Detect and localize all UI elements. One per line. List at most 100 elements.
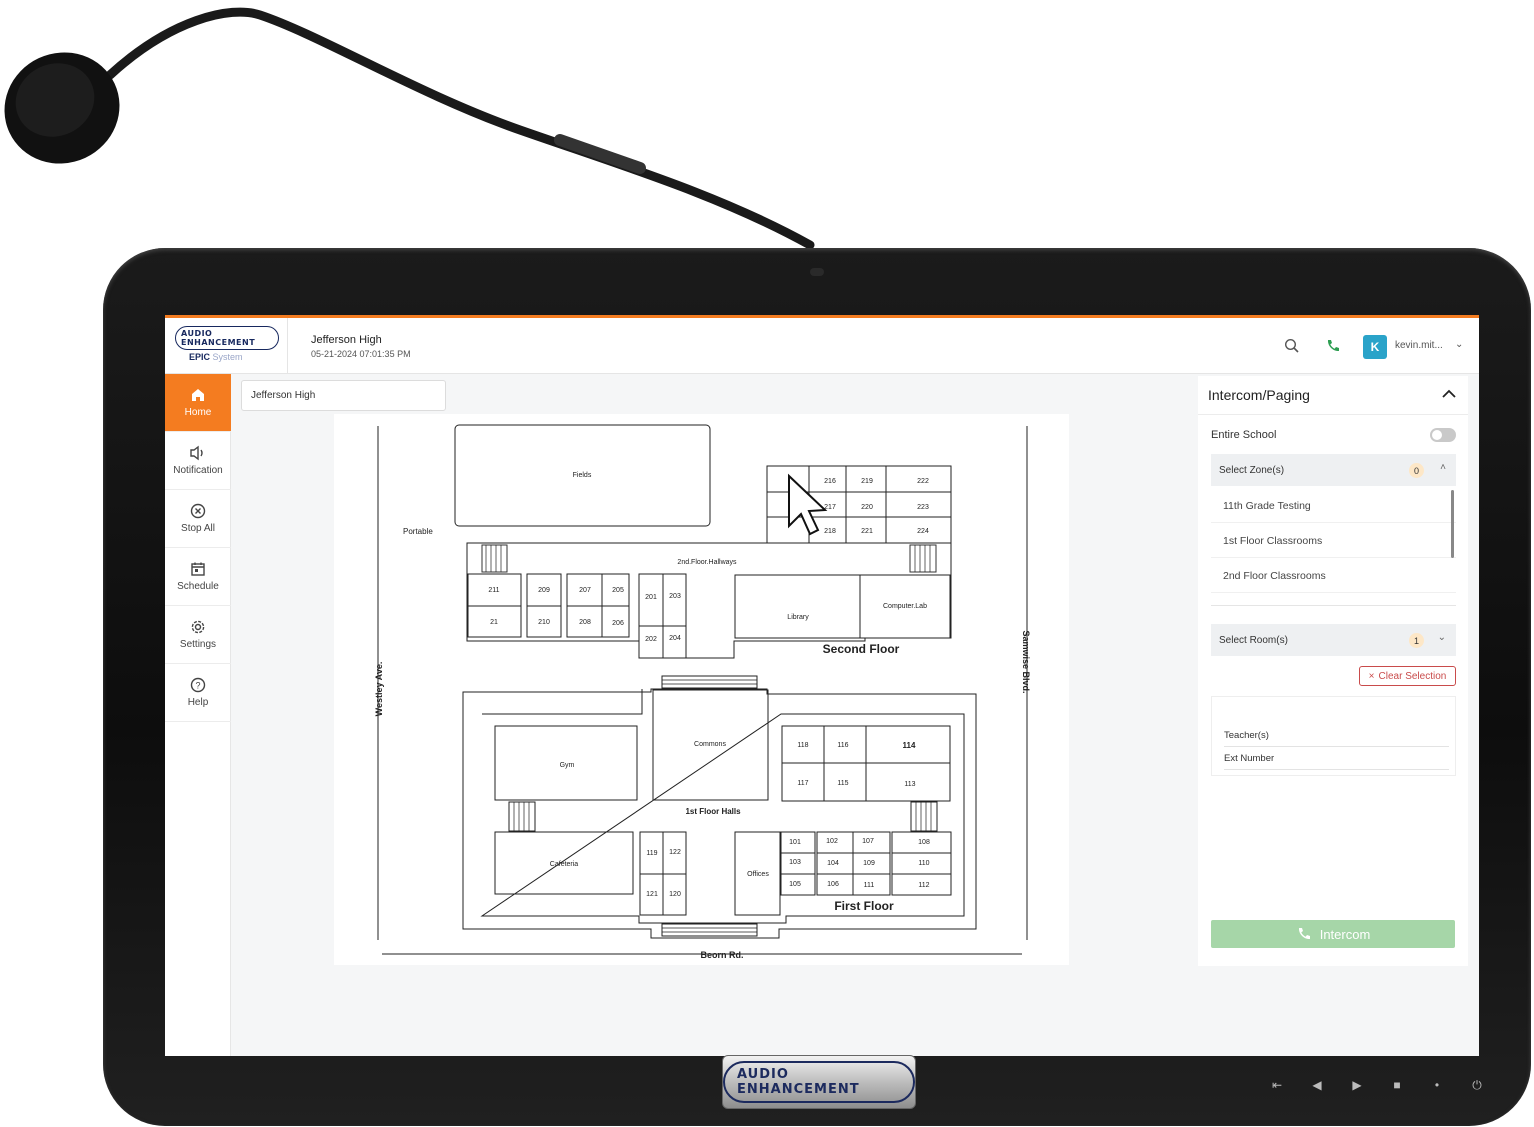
product-photo: AUDIO ENHANCEMENT EPIC System Jefferson … [0,0,1534,1127]
breadcrumb[interactable]: Jefferson High [241,380,446,411]
svg-text:101: 101 [789,839,801,846]
svg-text:115: 115 [837,780,848,787]
zone-item[interactable]: 2nd Floor Classrooms [1211,558,1456,593]
power-icon[interactable]: ⏻ [1468,1078,1486,1093]
svg-text:2nd.Floor.Hallways: 2nd.Floor.Hallways [677,559,737,566]
first-floor-title: First Floor [834,899,894,913]
svg-text:111: 111 [864,882,875,889]
mouse-cursor-icon [788,473,828,536]
svg-text:106: 106 [827,881,839,888]
scrollbar[interactable] [1451,490,1454,558]
zone-item[interactable]: 1st Floor Classrooms [1211,523,1456,558]
nav-schedule[interactable]: Schedule [165,548,231,606]
svg-text:203: 203 [669,593,681,600]
panel-title: Intercom/Paging [1208,387,1310,403]
epic-logo: AUDIO ENHANCEMENT EPIC System [175,326,279,366]
calendar-icon [191,562,205,576]
svg-text:224: 224 [917,528,929,535]
chevron-up-icon[interactable] [1442,386,1456,402]
svg-text:107: 107 [862,838,874,845]
camera-icon [810,268,824,276]
divider [1198,414,1468,415]
svg-text:104: 104 [827,860,839,867]
avatar[interactable]: K [1363,335,1387,359]
help-icon: ? [190,677,206,693]
speaker-icon [190,445,203,461]
clear-selection-button[interactable]: × Clear Selection [1359,666,1456,686]
svg-text:216: 216 [824,478,836,485]
zone-item[interactable]: All Halls [1211,593,1456,605]
user-name[interactable]: kevin.mit... [1395,340,1443,351]
chevron-down-icon: ⌄ [1437,632,1446,643]
right-arrow-icon[interactable]: ▶ [1348,1078,1366,1093]
svg-text:119: 119 [646,850,657,857]
left-arrow-icon[interactable]: ◀ [1308,1078,1326,1093]
svg-text:114: 114 [903,741,916,750]
app-screen: AUDIO ENHANCEMENT EPIC System Jefferson … [165,315,1479,1056]
svg-text:220: 220 [861,504,873,511]
square-icon[interactable]: ■ [1388,1078,1406,1093]
entire-school-toggle[interactable] [1430,428,1456,442]
road-left: Westley Ave. [374,662,384,717]
svg-text:223: 223 [917,504,929,511]
svg-text:21: 21 [490,619,498,626]
svg-text:121: 121 [646,891,658,898]
svg-text:207: 207 [579,587,591,594]
intercom-button[interactable]: Intercom [1211,920,1455,948]
teachers-label: Teacher(s) [1224,730,1269,741]
floor-plan[interactable]: Westley Ave. Samwise Blvd. Beorn Rd. Fie… [334,414,1069,965]
gear-icon [191,620,205,634]
svg-text:206: 206 [612,620,624,627]
svg-text:202: 202 [645,636,657,643]
svg-text:Gym: Gym [560,762,575,769]
svg-text:219: 219 [861,478,873,485]
svg-text:201: 201 [645,594,657,601]
road-bottom: Beorn Rd. [700,950,743,960]
dot-icon[interactable]: • [1428,1078,1446,1093]
road-right: Samwise Blvd. [1021,630,1031,693]
exit-icon[interactable]: ⇤ [1268,1078,1286,1093]
select-zones-dropdown[interactable]: Select Zone(s) 0 ˄ [1211,454,1456,486]
rooms-count-badge: 1 [1409,633,1424,648]
svg-text:113: 113 [904,781,915,788]
nav-help[interactable]: ? Help [165,664,231,722]
chevron-down-icon[interactable]: ⌄ [1455,339,1463,350]
library-room [734,574,861,639]
home-icon [192,389,204,401]
phone-icon[interactable] [1323,336,1343,356]
intercom-panel: Intercom/Paging Entire School Select Zon… [1198,376,1468,966]
nav-settings[interactable]: Settings [165,606,231,664]
svg-text:Portable: Portable [403,527,433,536]
svg-text:116: 116 [837,742,848,749]
divider [287,318,288,374]
zone-item[interactable]: 11th Grade Testing [1211,488,1456,523]
phone-icon [1298,928,1310,940]
svg-text:110: 110 [918,860,929,867]
svg-text:222: 222 [917,478,929,485]
svg-text:109: 109 [863,860,875,867]
top-bar: AUDIO ENHANCEMENT EPIC System Jefferson … [165,318,1479,374]
svg-text:108: 108 [918,839,930,846]
ext-number-label: Ext Number [1224,753,1275,764]
svg-text:205: 205 [612,587,624,594]
svg-text:102: 102 [826,838,838,845]
svg-text:103: 103 [789,859,801,866]
sidebar: Home Notification Stop All Schedule Sett… [165,374,238,1056]
svg-text:105: 105 [789,881,801,888]
search-icon[interactable] [1282,336,1302,356]
svg-text:118: 118 [797,742,808,749]
nav-home[interactable]: Home [165,374,238,432]
svg-text:?: ? [195,681,200,691]
svg-text:218: 218 [824,528,836,535]
gooseneck-microphone [4,7,815,250]
svg-text:221: 221 [861,528,873,535]
nav-notification[interactable]: Notification [165,432,231,490]
svg-text:Library: Library [787,614,809,621]
svg-text:209: 209 [538,587,550,594]
nav-stop-all[interactable]: Stop All [165,490,231,548]
svg-text:120: 120 [669,891,681,898]
close-icon: × [1368,670,1375,682]
teacher-info-card: Teacher(s) Ext Number [1211,696,1456,776]
select-rooms-dropdown[interactable]: Select Room(s) 1 ⌄ [1211,624,1456,656]
svg-text:211: 211 [488,587,499,594]
